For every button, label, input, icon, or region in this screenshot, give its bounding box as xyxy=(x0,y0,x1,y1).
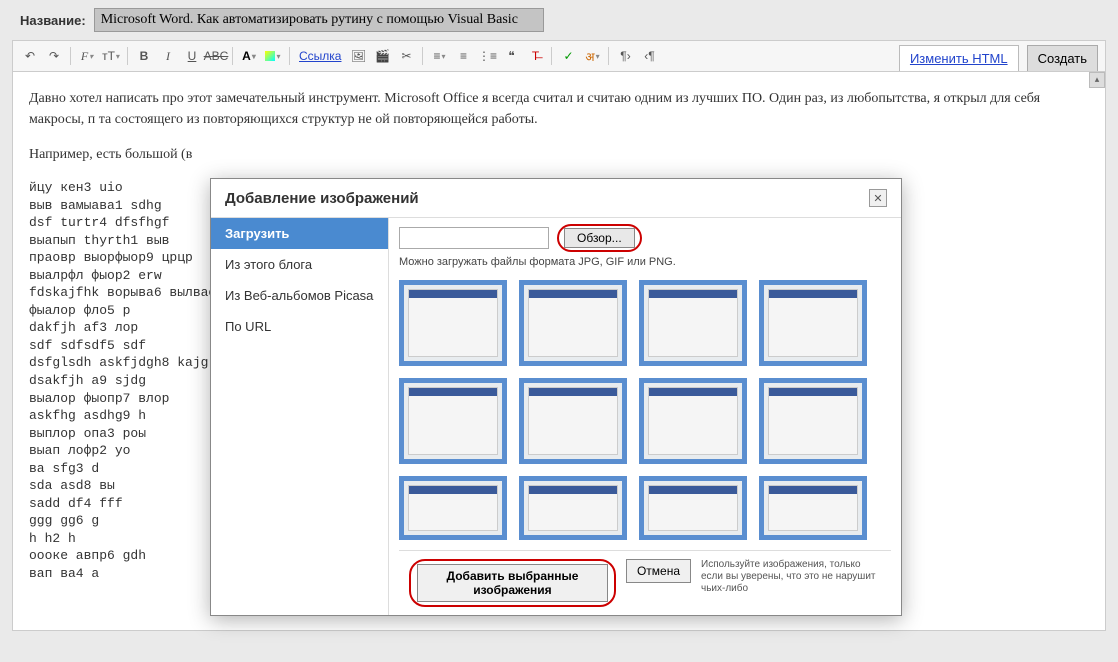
separator xyxy=(70,47,71,65)
underline-button[interactable]: U xyxy=(181,45,203,67)
footer-hint: Используйте изображения, только если вы … xyxy=(701,559,881,595)
sidebar-item-upload[interactable]: Загрузить xyxy=(211,218,388,249)
sidebar-item-url[interactable]: По URL xyxy=(211,311,388,342)
rtl-icon[interactable]: ‹¶ xyxy=(638,45,660,67)
add-selected-button[interactable]: Добавить выбранные изображения xyxy=(417,564,608,602)
title-label: Название: xyxy=(20,13,86,28)
thumbnail[interactable] xyxy=(759,280,867,366)
thumbnail[interactable] xyxy=(519,280,627,366)
thumbnail[interactable] xyxy=(399,378,507,464)
separator xyxy=(551,47,552,65)
bullet-list-icon[interactable]: ⋮≡ xyxy=(476,45,498,67)
separator xyxy=(127,47,128,65)
strikethrough-button[interactable]: ABC xyxy=(205,45,227,67)
highlight-dropdown[interactable] xyxy=(262,45,284,67)
add-highlight: Добавить выбранные изображения xyxy=(409,559,616,607)
thumbnail[interactable] xyxy=(639,378,747,464)
thumbnail[interactable] xyxy=(399,476,507,540)
thumbnail[interactable] xyxy=(639,280,747,366)
insert-jump-icon[interactable]: ✂ xyxy=(395,45,417,67)
quote-icon[interactable]: ❝ xyxy=(500,45,522,67)
sidebar-item-from-blog[interactable]: Из этого блога xyxy=(211,249,388,280)
thumbnail[interactable] xyxy=(399,280,507,366)
paragraph: Например, есть большой (в xyxy=(29,144,1089,165)
separator xyxy=(422,47,423,65)
thumbnail[interactable] xyxy=(639,476,747,540)
paragraph: Давно хотел написать про этот замечатель… xyxy=(29,88,1089,130)
cancel-button[interactable]: Отмена xyxy=(626,559,691,583)
sidebar-item-picasa[interactable]: Из Веб-альбомов Picasa xyxy=(211,280,388,311)
browse-highlight: Обзор... xyxy=(557,224,642,252)
bold-button[interactable]: B xyxy=(133,45,155,67)
insert-image-icon[interactable]: 🖼 xyxy=(347,45,369,67)
upload-hint: Можно загружать файлы формата JPG, GIF и… xyxy=(399,256,891,268)
thumbnail[interactable] xyxy=(759,476,867,540)
insert-video-icon[interactable]: 🎬 xyxy=(371,45,393,67)
thumbnail[interactable] xyxy=(759,378,867,464)
dialog-title: Добавление изображений xyxy=(225,190,419,207)
title-input[interactable] xyxy=(94,8,544,32)
separator xyxy=(608,47,609,65)
ltr-icon[interactable]: ¶› xyxy=(614,45,636,67)
undo-icon[interactable] xyxy=(19,45,41,67)
scroll-up-button[interactable]: ▴ xyxy=(1089,72,1105,88)
italic-button[interactable]: I xyxy=(157,45,179,67)
thumbnail-grid xyxy=(399,276,891,550)
create-button[interactable]: Создать xyxy=(1027,45,1098,72)
insert-link-button[interactable]: Ссылка xyxy=(295,49,345,63)
dialog-sidebar: Загрузить Из этого блога Из Веб-альбомов… xyxy=(211,218,389,615)
font-size-dropdown[interactable]: тТ xyxy=(100,45,122,67)
separator xyxy=(232,47,233,65)
file-path-input[interactable] xyxy=(399,227,549,249)
thumbnail[interactable] xyxy=(519,378,627,464)
remove-format-icon[interactable]: T̶ xyxy=(524,45,546,67)
spellcheck-icon[interactable]: ✓ xyxy=(557,45,579,67)
close-icon[interactable]: ✕ xyxy=(869,189,887,207)
numbered-list-icon[interactable]: ≡ xyxy=(452,45,474,67)
text-color-dropdown[interactable]: A xyxy=(238,45,260,67)
add-images-dialog: Добавление изображений ✕ Загрузить Из эт… xyxy=(210,178,902,616)
browse-button[interactable]: Обзор... xyxy=(564,228,635,248)
thumbnail[interactable] xyxy=(519,476,627,540)
align-dropdown[interactable]: ≡ xyxy=(428,45,450,67)
separator xyxy=(289,47,290,65)
edit-html-button[interactable]: Изменить HTML xyxy=(899,45,1019,72)
redo-icon[interactable] xyxy=(43,45,65,67)
font-family-dropdown[interactable]: F xyxy=(76,45,98,67)
transliteration-dropdown[interactable]: अ xyxy=(581,45,603,67)
